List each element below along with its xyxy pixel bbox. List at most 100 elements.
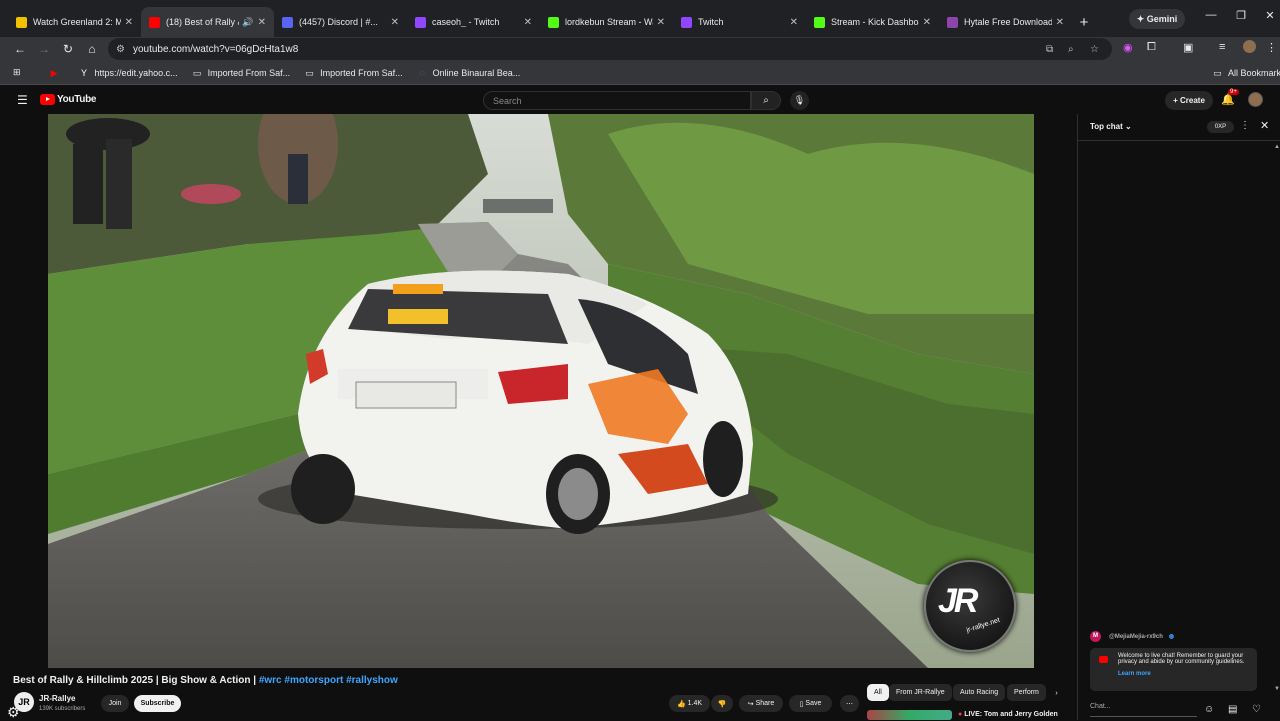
chat-scrollbar[interactable]: ▲ ▼ [1274, 144, 1280, 692]
learn-more-link[interactable]: Learn more [1118, 671, 1251, 677]
emoji-icon: ◍ [1168, 634, 1175, 640]
bookmark-star-icon[interactable]: ☆ [1090, 44, 1099, 55]
bookmark-item[interactable]: ▭ Imported From Saf... [304, 67, 402, 78]
browser-tab[interactable]: (18) Best of Rally &...🔊 ✕ [141, 7, 274, 37]
youtube-icon [1099, 656, 1108, 663]
notice-text: Welcome to live chat! Remember to guard … [1118, 653, 1245, 665]
video-hashtags[interactable]: #wrc #motorsport #rallyshow [259, 675, 398, 686]
tab-title: (4457) Discord | #... [299, 17, 378, 27]
user-avatar[interactable] [1248, 92, 1263, 107]
close-window-button[interactable]: ✕ [1260, 9, 1280, 22]
xp-badge[interactable]: 0XP [1207, 121, 1234, 133]
all-bookmarks[interactable]: ▭ All Bookmarks [1212, 68, 1280, 78]
chat-input[interactable]: Chat... [1090, 703, 1197, 717]
search-button[interactable]: ⌕ [751, 91, 781, 110]
watermark-text: JR [938, 582, 979, 620]
bookmark-item[interactable]: ▭ Imported From Saf... [192, 68, 290, 78]
browser-tab[interactable]: caseoh_ - Twitch ✕ [407, 7, 540, 37]
hamburger-menu-icon[interactable]: ☰ [17, 93, 28, 107]
recommended-video-title[interactable]: ● LIVE: Tom and Jerry Golden [958, 711, 1058, 718]
bookmark-label: https://edit.yahoo.c... [94, 67, 178, 78]
like-button[interactable]: 👍 1.4K [669, 695, 710, 712]
gemini-button[interactable]: ✦ Gemini [1129, 9, 1185, 29]
video-player[interactable]: JR jr-rallye.net [48, 114, 1034, 668]
chat-options-icon[interactable]: ⋮ [1240, 120, 1250, 131]
close-tab-icon[interactable]: ✕ [1056, 17, 1064, 28]
channel-name[interactable]: JR-Rallye [39, 694, 75, 703]
settings-gear-icon[interactable]: ⚙ [7, 704, 20, 721]
close-tab-icon[interactable]: ✕ [524, 17, 532, 28]
menu-kebab-icon[interactable]: ⋮ [1266, 41, 1277, 54]
filter-chip[interactable]: All [867, 684, 889, 701]
maximize-button[interactable]: ❐ [1231, 9, 1251, 22]
install-icon[interactable]: ⧉ [1046, 44, 1053, 55]
live-chat-panel: Top chat ⌄ 0XP ⋮ ✕ ▲ ▼ M @MejiaMejia-rx9… [1077, 114, 1280, 720]
browser-tab[interactable]: Hytale Free Download ... ✕ [939, 7, 1072, 37]
save-button[interactable]: ▯ Save [789, 695, 832, 712]
video-title: Best of Rally & Hillclimb 2025 | Big Sho… [13, 675, 398, 686]
close-tab-icon[interactable]: ✕ [790, 17, 798, 28]
chat-username[interactable]: @MejiaMejia-rx9ch [1109, 634, 1163, 640]
reload-icon[interactable]: ↻ [56, 42, 80, 56]
emoji-picker-icon[interactable]: ☺ [1204, 704, 1214, 715]
chips-next-chevron-icon[interactable]: › [1048, 685, 1065, 702]
chat-header: Top chat ⌄ 0XP ⋮ ✕ [1078, 114, 1280, 141]
filter-chip[interactable]: Auto Racing [953, 684, 1006, 701]
browser-tab[interactable]: lordkebun Stream - Wa... ✕ [540, 7, 673, 37]
close-tab-icon[interactable]: ✕ [125, 17, 133, 28]
close-tab-icon[interactable]: ✕ [923, 17, 931, 28]
join-button[interactable]: Join [101, 695, 129, 712]
extensions-puzzle-icon[interactable]: ⧠ [1147, 41, 1156, 54]
share-button[interactable]: ↪ Share [739, 695, 783, 712]
close-tab-icon[interactable]: ✕ [657, 17, 665, 28]
zoom-icon[interactable]: ⌕ [1068, 44, 1074, 55]
create-button[interactable]: + Create [1165, 91, 1213, 110]
browser-tab[interactable]: (4457) Discord | #... ✕ [274, 7, 407, 37]
apps-grid-icon[interactable]: ⊞ [13, 67, 21, 78]
scroll-up-icon[interactable]: ▲ [1274, 144, 1280, 150]
close-tab-icon[interactable]: ✕ [258, 17, 266, 28]
youtube-logo[interactable]: YouTube [40, 94, 97, 105]
site-info-icon[interactable]: ⚙ [116, 44, 125, 55]
speaker-icon[interactable]: 🔊 [242, 17, 253, 28]
chat-mode-dropdown[interactable]: Top chat ⌄ [1090, 122, 1132, 131]
heart-icon[interactable]: ♡ [1252, 704, 1261, 715]
dislike-button[interactable]: 👎 [711, 695, 733, 712]
close-chat-icon[interactable]: ✕ [1260, 119, 1269, 132]
close-tab-icon[interactable]: ✕ [391, 17, 399, 28]
voice-search-icon[interactable]: 🎙 [790, 91, 809, 110]
thumbs-down-icon: 👎 [717, 700, 727, 708]
forward-icon[interactable]: → [32, 42, 56, 56]
scroll-down-icon[interactable]: ▼ [1274, 686, 1280, 692]
new-tab-button[interactable]: + [1072, 7, 1096, 37]
browser-tab[interactable]: Twitch ✕ [673, 7, 806, 37]
minimize-button[interactable]: — [1201, 9, 1221, 21]
profile-avatar[interactable] [1243, 40, 1256, 53]
browser-tab[interactable]: Watch Greenland 2: Mi... ✕ [8, 7, 141, 37]
filter-chip[interactable]: From JR-Rallye [889, 684, 952, 701]
extension-icon[interactable]: ◉ [1123, 41, 1133, 54]
browser-tab[interactable]: Stream - Kick Dashboa... ✕ [806, 7, 939, 37]
media-controls-icon[interactable]: ≡ [1219, 41, 1225, 53]
folder-icon: ▭ [1213, 67, 1222, 78]
bookmark-item[interactable]: Yhttps://edit.yahoo.c... [79, 68, 178, 78]
web-icon: ◌ [419, 67, 425, 78]
address-bar[interactable]: ⚙ youtube.com/watch?v=06gDcHta1w8 ⧉ ⌕ ☆ [108, 38, 1112, 60]
url-text[interactable]: youtube.com/watch?v=06gDcHta1w8 [133, 44, 298, 55]
more-actions-button[interactable]: ⋯ [840, 695, 859, 712]
youtube-logo-text: YouTube [57, 94, 97, 105]
subscribe-button[interactable]: Subscribe [134, 695, 181, 712]
youtube-icon: ▶ [50, 67, 58, 78]
bookmark-item[interactable]: ◌ Online Binaural Bea... [417, 67, 520, 78]
side-panel-icon[interactable]: ▣ [1183, 41, 1193, 54]
search-input[interactable]: Search [483, 91, 751, 110]
super-chat-icon[interactable]: ▤ [1228, 704, 1237, 715]
back-icon[interactable]: ← [8, 42, 32, 56]
tab-title: (18) Best of Rally &... [166, 17, 239, 27]
video-frame [48, 114, 1034, 668]
home-icon[interactable]: ⌂ [80, 42, 104, 56]
bookmark-item[interactable]: ▶ [49, 68, 65, 78]
folder-icon: ▭ [305, 67, 314, 78]
recommended-video-thumbnail[interactable] [867, 710, 952, 720]
filter-chip[interactable]: Perform [1007, 684, 1046, 701]
